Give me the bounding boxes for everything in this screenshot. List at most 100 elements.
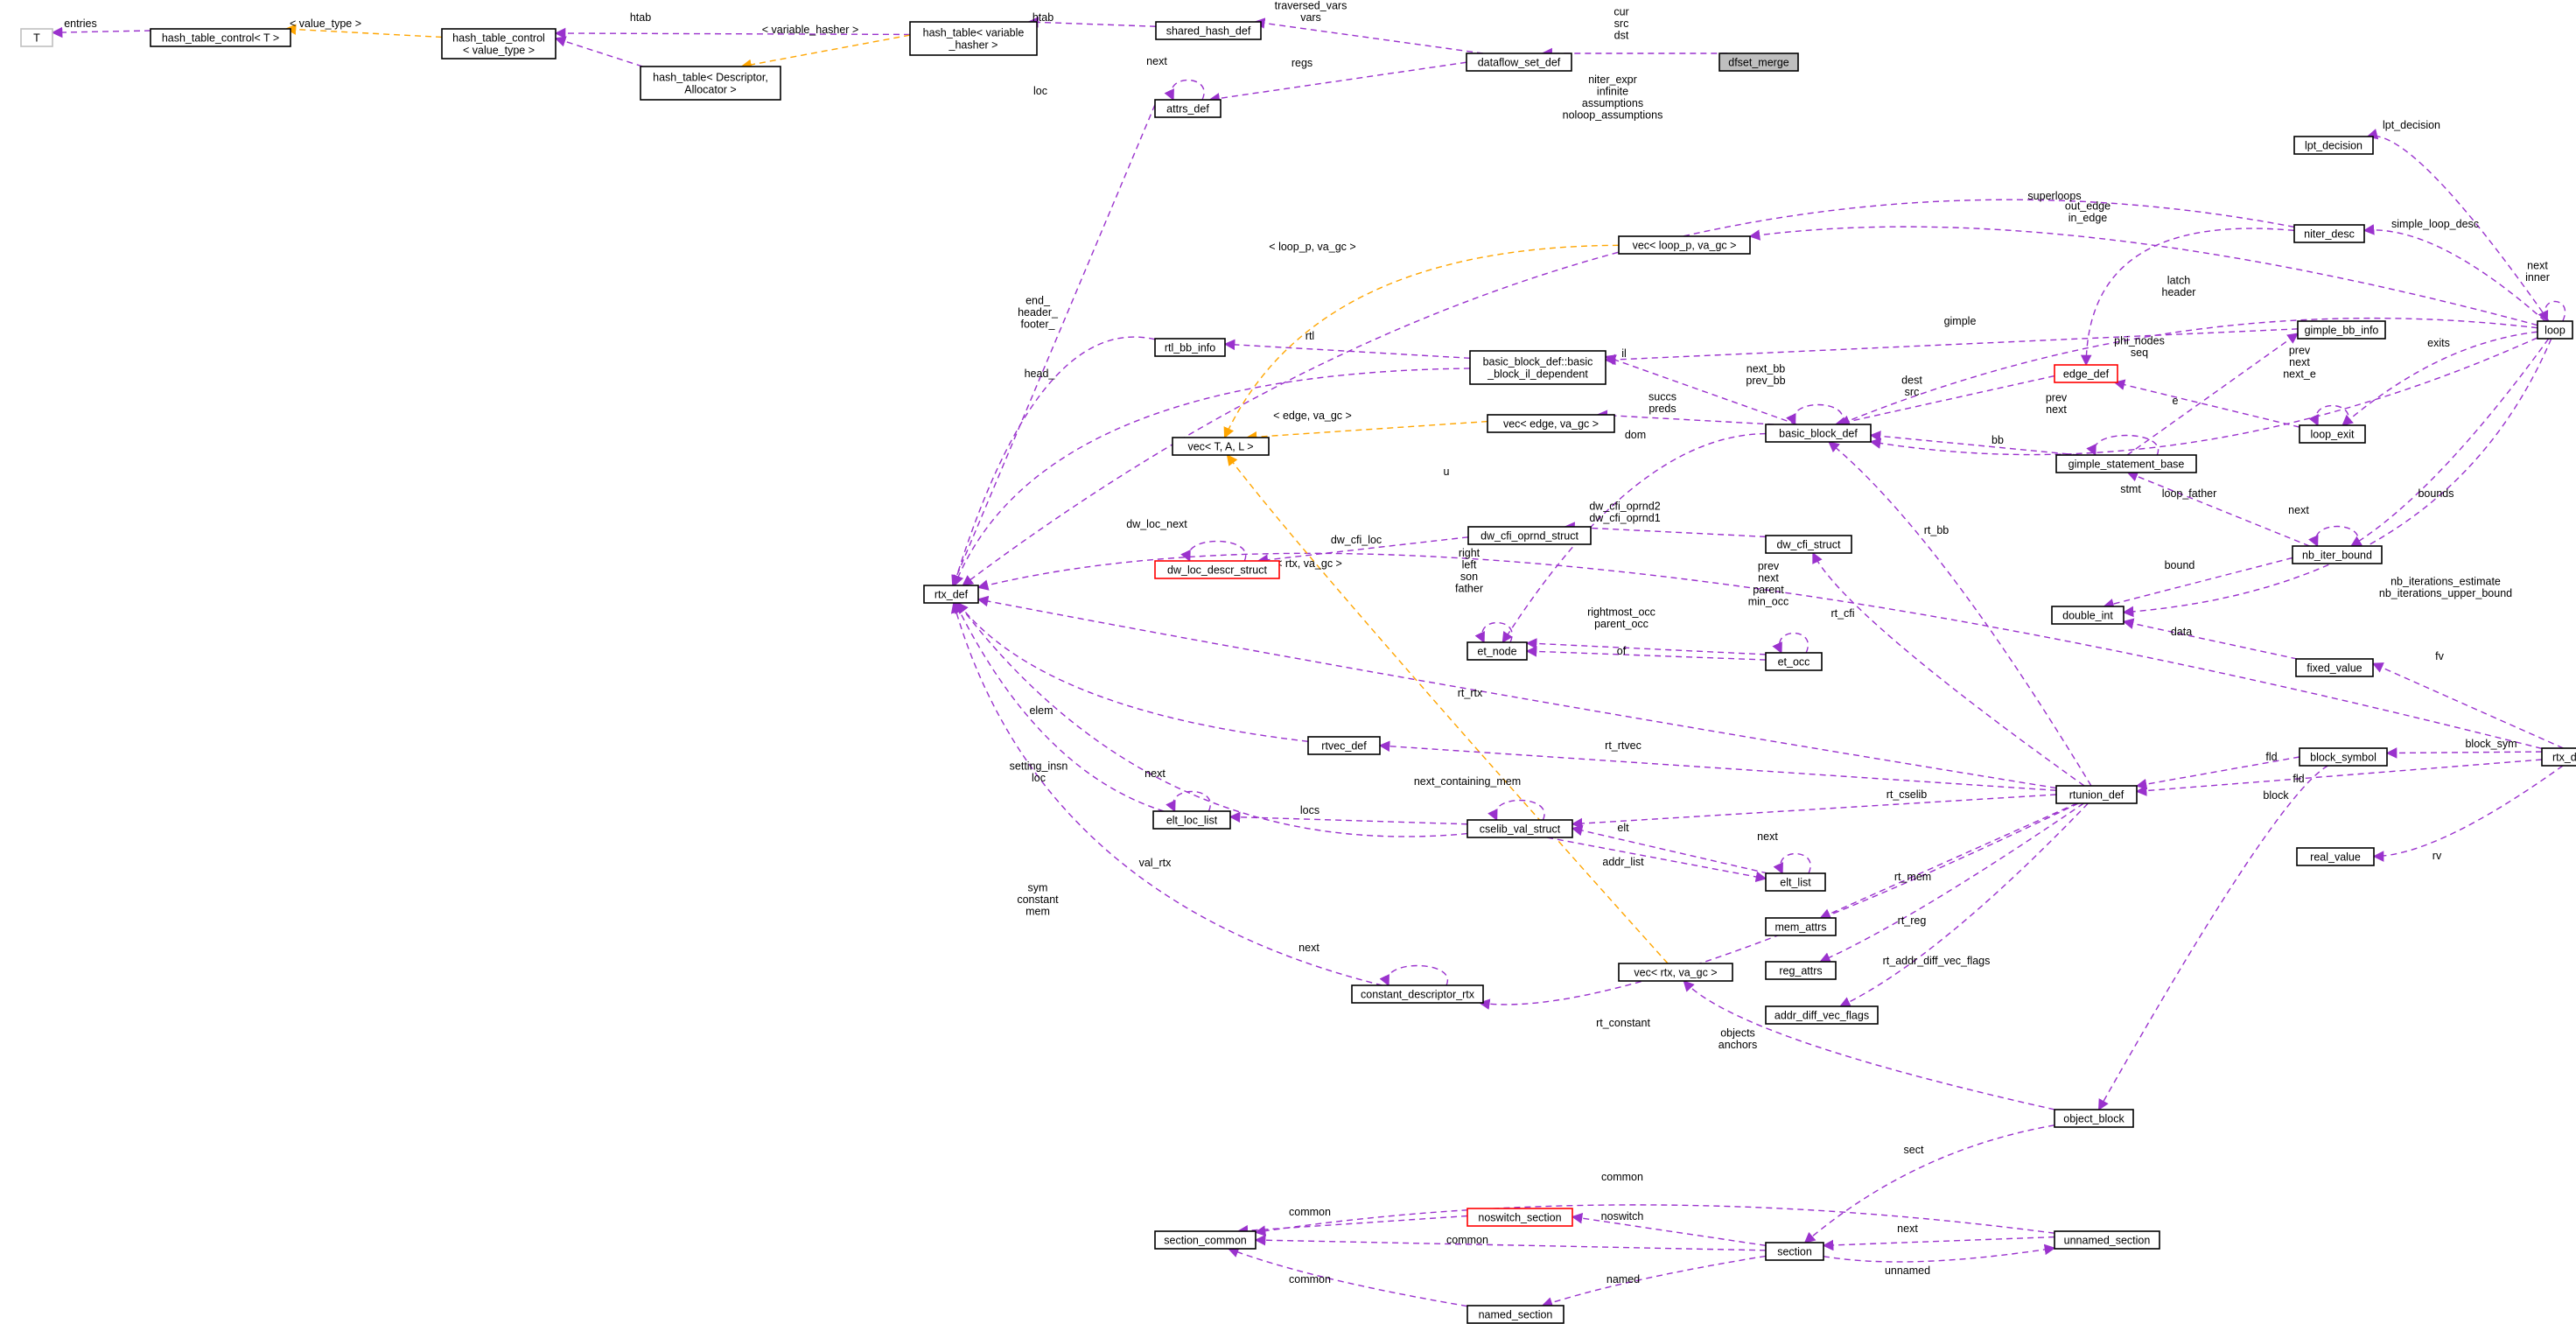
edge-label-line: u xyxy=(1444,466,1450,478)
edge-label-line: rt_rtvec xyxy=(1605,739,1642,752)
edge-label: e xyxy=(2173,395,2179,407)
node-ht-vh[interactable]: hash_table< variable_hasher > xyxy=(909,21,1038,56)
node-double-int[interactable]: double_int xyxy=(2051,606,2124,625)
edge-label: bound xyxy=(2165,559,2195,571)
edge-label-line: phi_nodes xyxy=(2114,334,2165,347)
edge-label-line: htab xyxy=(630,11,651,24)
node-dw-cfi-struct[interactable]: dw_cfi_struct xyxy=(1765,535,1852,554)
node-cselib-val-struct[interactable]: cselib_val_struct xyxy=(1466,819,1573,838)
node-named-section[interactable]: named_section xyxy=(1466,1305,1564,1324)
edge-elt_loc_list-to-elt_loc_list xyxy=(1166,790,1211,813)
edge-label: bb xyxy=(1992,434,2004,446)
edge-label: loc xyxy=(1033,85,1047,97)
node-attrs-def[interactable]: attrs_def xyxy=(1154,99,1222,118)
node-gimple-bb-info[interactable]: gimple_bb_info xyxy=(2297,320,2386,340)
node-unnamed-section[interactable]: unnamed_section xyxy=(2054,1230,2160,1250)
node-dw-loc-descr-struct[interactable]: dw_loc_descr_struct xyxy=(1154,560,1280,579)
node-vec-rtx[interactable]: vec< rtx, va_gc > xyxy=(1618,963,1733,982)
edge-label-line: loc xyxy=(1032,772,1046,784)
node-label: et_node xyxy=(1477,645,1516,657)
node-rtvec-def[interactable]: rtvec_def xyxy=(1307,736,1381,755)
node-dfset-merge[interactable]: dfset_merge xyxy=(1718,53,1799,72)
node-constant-descriptor-rtx[interactable]: constant_descriptor_rtx xyxy=(1351,984,1484,1004)
edge-gimple_statement_base-to-basic_block_def xyxy=(1869,431,2079,456)
node-label: section_common xyxy=(1164,1234,1247,1246)
node-object-block[interactable]: object_block xyxy=(2054,1109,2134,1128)
node-elt-loc-list[interactable]: elt_loc_list xyxy=(1152,810,1231,830)
node-section[interactable]: section xyxy=(1765,1242,1824,1261)
edge-label-line: rtl xyxy=(1306,330,1314,342)
edge-et_node-to-et_node xyxy=(1474,621,1513,644)
edge-label-line: common xyxy=(1601,1171,1643,1183)
node-section-common[interactable]: section_common xyxy=(1154,1230,1256,1250)
node-label: attrs_def xyxy=(1166,102,1209,115)
node-rtl-bb-info[interactable]: rtl_bb_info xyxy=(1154,338,1226,357)
edge-label: setting_insn loc xyxy=(1010,760,1068,784)
node-block-symbol[interactable]: block_symbol xyxy=(2299,747,2388,767)
edge-rtvec_def-to-rtx_def xyxy=(956,602,1309,742)
edge-label: fld xyxy=(2265,751,2277,763)
node-gimple-statement-base[interactable]: gimple_statement_base xyxy=(2055,454,2197,473)
edge-label: nb_iterations_estimate nb_iterations_uppe… xyxy=(2379,575,2512,599)
edge-label: next xyxy=(1144,767,1166,780)
node-loop[interactable]: loop xyxy=(2537,320,2573,340)
edge-label: rt_cselib xyxy=(1886,788,1928,801)
node-htc-T[interactable]: hash_table_control< T > xyxy=(150,28,291,47)
node-et-occ[interactable]: et_occ xyxy=(1765,652,1823,671)
node-real-value[interactable]: real_value xyxy=(2296,847,2375,866)
node-elt-list[interactable]: elt_list xyxy=(1765,872,1826,892)
edge-label-line: next xyxy=(1757,830,1778,843)
edge-label-line: < loop_p, va_gc > xyxy=(1269,241,1355,253)
node-lpt-decision[interactable]: lpt_decision xyxy=(2293,136,2374,155)
node-vec-TAL[interactable]: vec< T, A, L > xyxy=(1172,437,1270,456)
node-noswitch-section[interactable]: noswitch_section xyxy=(1466,1208,1573,1227)
node-ht-da[interactable]: hash_table< Descriptor,Allocator > xyxy=(640,66,781,101)
node-edge-def[interactable]: edge_def xyxy=(2054,364,2118,383)
node-T[interactable]: T xyxy=(20,28,53,47)
node-dw-cfi-oprnd-struct[interactable]: dw_cfi_oprnd_struct xyxy=(1467,526,1592,545)
node-niter-desc[interactable]: niter_desc xyxy=(2293,224,2365,243)
node-rtx-def[interactable]: rtx_def xyxy=(923,585,979,604)
edge-label-line: seq xyxy=(2131,347,2148,359)
edge-label: locs xyxy=(1300,804,1320,816)
edge-label-line: dst xyxy=(1614,30,1629,42)
edge-label-line: noswitch xyxy=(1601,1210,1644,1222)
node-basic-block-def[interactable]: basic_block_def xyxy=(1765,424,1872,443)
node-htc-vt[interactable]: hash_table_control< value_type > xyxy=(441,28,556,60)
node-bb-il-dep[interactable]: basic_block_def::basic_block_il_dependen… xyxy=(1469,350,1606,385)
edge-label-line: dw_cfi_loc xyxy=(1331,534,1382,546)
edge-vec_rtx-to-vec_TAL xyxy=(1226,453,1669,964)
edge-fixed_value-to-double_int xyxy=(2122,618,2298,660)
edge-basic_block_def-to-vec_edge xyxy=(1596,410,1774,425)
edge-label: succs preds xyxy=(1648,390,1676,415)
edge-label-line: common xyxy=(1446,1234,1488,1246)
node-label: _hasher > xyxy=(948,39,998,51)
node-addr-diff-vec-flags[interactable]: addr_diff_vec_flags xyxy=(1765,1005,1879,1025)
edge-label-line: simple_loop_desc xyxy=(2391,218,2479,230)
node-shared-hash-def[interactable]: shared_hash_def xyxy=(1155,21,1262,40)
edge-label: latch header xyxy=(2162,274,2196,298)
node-label: shared_hash_def xyxy=(1166,25,1251,37)
node-reg-attrs[interactable]: reg_attrs xyxy=(1765,961,1837,980)
node-nb-iter-bound[interactable]: nb_iter_bound xyxy=(2292,545,2383,564)
node-vec-loop-p[interactable]: vec< loop_p, va_gc > xyxy=(1618,235,1751,255)
edge-noswitch_section-to-section_common xyxy=(1236,1215,1468,1236)
node-fixed-value[interactable]: fixed_value xyxy=(2295,658,2374,677)
node-vec-edge[interactable]: vec< edge, va_gc > xyxy=(1487,414,1615,433)
node-rtx-def-u[interactable]: rtx_def::u xyxy=(2541,747,2576,767)
edge-label: next xyxy=(1897,1222,1918,1235)
node-dataflow-set-def[interactable]: dataflow_set_def xyxy=(1466,53,1572,72)
edge-label: dom xyxy=(1625,429,1646,441)
edge-label-line: head_ xyxy=(1025,368,1056,380)
node-et-node[interactable]: et_node xyxy=(1466,641,1528,661)
node-rtunion-def[interactable]: rtunion_def xyxy=(2055,785,2138,804)
node-label: rtx_def xyxy=(934,588,969,600)
edge-cselib_val_struct-to-elt_loc_list xyxy=(1228,811,1468,825)
edge-block_symbol-to-object_block xyxy=(2098,765,2328,1111)
node-loop-exit[interactable]: loop_exit xyxy=(2299,424,2366,444)
edge-label: dest src xyxy=(1901,374,1922,398)
edge-label: traversed_vars vars xyxy=(1275,0,1348,24)
node-mem-attrs[interactable]: mem_attrs xyxy=(1765,917,1837,936)
edge-label-line: mem xyxy=(1026,906,1050,918)
edge-gimple_bb_info-to-bb_il_dep xyxy=(1604,328,2299,366)
